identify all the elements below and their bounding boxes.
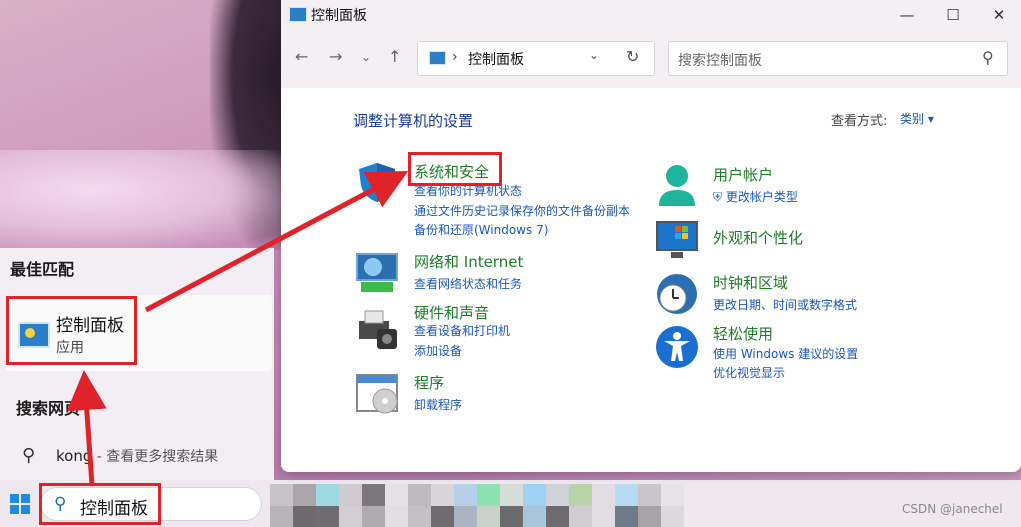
window-title: 控制面板	[311, 8, 367, 24]
network-icon	[356, 253, 398, 292]
web-query: kong	[56, 447, 93, 465]
page-title: 调整计算机的设置	[353, 112, 474, 130]
minimize-button[interactable]: —	[887, 3, 927, 27]
category-programs[interactable]: 程序	[414, 372, 444, 393]
link-uninstall-program[interactable]: 卸载程序	[414, 396, 462, 413]
view-by-value: 类别	[900, 112, 925, 126]
link-file-history[interactable]: 通过文件历史记录保存你的文件备份副本	[414, 202, 630, 219]
maximize-button[interactable]: ☐	[933, 3, 973, 27]
recent-dropdown-icon[interactable]: ⌄	[361, 50, 371, 64]
uac-shield-icon: ⛨	[713, 190, 723, 204]
up-arrow-icon[interactable]: ↑	[388, 47, 401, 66]
accessibility-icon	[656, 326, 698, 368]
web-search-result[interactable]: kong - 查看更多搜索结果	[56, 446, 218, 466]
forward-arrow-icon[interactable]: →	[329, 47, 342, 66]
refresh-icon[interactable]: ↻	[626, 47, 639, 66]
link-backup-restore[interactable]: 备份和还原(Windows 7)	[414, 221, 548, 238]
title-bar[interactable]: 控制面板 — ☐ ✕	[281, 0, 1021, 30]
category-clock-region[interactable]: 时钟和区域	[713, 272, 788, 293]
highlight-box-taskbar-search	[39, 483, 161, 525]
back-arrow-icon[interactable]: ←	[295, 47, 308, 66]
programs-icon	[356, 374, 398, 414]
breadcrumb-control-panel[interactable]: 控制面板	[468, 49, 524, 69]
user-icon	[659, 165, 695, 206]
link-change-date-time-format[interactable]: 更改日期、时间或数字格式	[713, 296, 857, 313]
category-appearance-personalization[interactable]: 外观和个性化	[713, 227, 803, 248]
highlight-box-best-match	[6, 296, 137, 365]
link-devices-printers[interactable]: 查看设备和打印机	[414, 322, 510, 339]
address-control-panel-icon	[429, 51, 446, 65]
control-panel-icon	[289, 7, 307, 22]
address-dropdown-icon[interactable]: ⌄	[589, 48, 599, 62]
highlight-box-system-security	[408, 152, 502, 186]
category-user-accounts[interactable]: 用户帐户	[713, 164, 773, 185]
link-change-account-type[interactable]: ⛨ 更改帐户类型	[713, 188, 798, 205]
search-icon: ⚲	[22, 445, 36, 466]
close-button[interactable]: ✕	[979, 3, 1019, 27]
appearance-icon	[656, 221, 698, 258]
wallpaper-pillow	[0, 150, 300, 250]
link-network-status[interactable]: 查看网络状态和任务	[414, 275, 522, 292]
search-placeholder: 搜索控制面板	[678, 53, 762, 69]
taskbar-pinned-apps-blurred	[270, 484, 684, 527]
view-by-dropdown[interactable]: 类别 ▾	[900, 110, 934, 127]
link-recommended-settings[interactable]: 使用 Windows 建议的设置	[713, 345, 858, 362]
link-optimize-visual-display[interactable]: 优化视觉显示	[713, 364, 785, 381]
link-add-device[interactable]: 添加设备	[414, 342, 462, 359]
windows-start-icon[interactable]	[10, 494, 30, 514]
category-ease-of-access[interactable]: 轻松使用	[713, 323, 773, 344]
printer-icon	[359, 310, 397, 349]
category-hardware-sound[interactable]: 硬件和声音	[414, 302, 489, 323]
shield-icon	[359, 163, 395, 202]
link-change-account-type-label: 更改帐户类型	[725, 190, 798, 204]
clock-icon	[657, 274, 697, 314]
watermark: CSDN @janechel	[902, 502, 1003, 516]
control-panel-window: 控制面板 — ☐ ✕ ← → ⌄ ↑ › 控制面板 ⌄ ↻ 搜索控制面板 ⚲ 调…	[281, 0, 1021, 472]
best-match-title: 最佳匹配	[10, 260, 75, 279]
search-icon[interactable]: ⚲	[982, 48, 994, 67]
web-search-title: 搜索网页	[16, 399, 81, 418]
web-query-suffix: - 查看更多搜索结果	[92, 449, 219, 465]
category-network-internet[interactable]: 网络和 Internet	[414, 251, 523, 272]
view-by-label: 查看方式:	[831, 114, 888, 129]
breadcrumb-separator-icon: ›	[452, 49, 458, 65]
